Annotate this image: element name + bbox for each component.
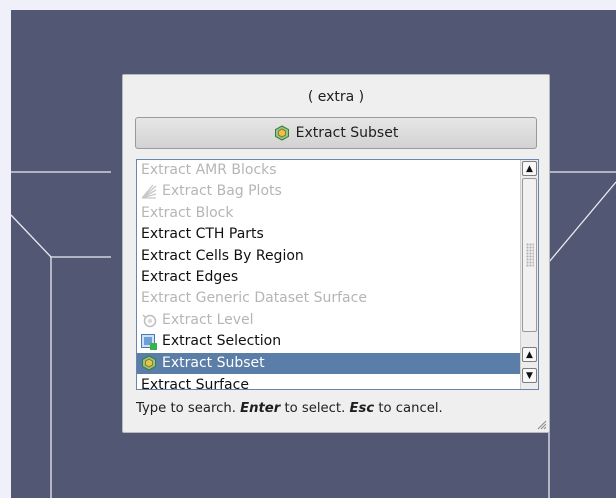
list-item[interactable]: Extract Cells By Region xyxy=(137,246,520,267)
scroll-up-button[interactable]: ▲ xyxy=(522,161,537,176)
list-item[interactable]: Extract Generic Dataset Surface xyxy=(137,288,520,309)
grip-dots-icon xyxy=(526,243,534,267)
bag-plot-icon xyxy=(141,184,157,200)
esc-key-label: Esc xyxy=(349,401,375,416)
help-text: Type to search. Enter to select. Esc to … xyxy=(136,401,443,416)
list-item[interactable]: Extract Selection xyxy=(137,331,520,352)
list-item[interactable]: Extract Bag Plots xyxy=(137,181,520,202)
extract-level-icon xyxy=(141,312,157,328)
quick-launch-popup: ( extra ) Extract Subset Extract AMR Blo… xyxy=(122,74,550,433)
list-item[interactable]: Extract CTH Parts xyxy=(137,224,520,245)
list-item[interactable]: Extract Surface xyxy=(137,375,520,389)
extract-subset-button-label: Extract Subset xyxy=(295,125,399,141)
scroll-up-button[interactable]: ▲ xyxy=(522,347,537,362)
category-title: ( extra ) xyxy=(307,89,365,105)
extract-subset-icon xyxy=(141,355,157,371)
list-item[interactable]: Extract AMR Blocks xyxy=(137,160,520,181)
filter-list[interactable]: Extract AMR Blocks Extract Bag Plots Ext… xyxy=(136,159,539,390)
list-item[interactable]: Extract Block xyxy=(137,203,520,224)
list-item[interactable]: Extract Edges xyxy=(137,267,520,288)
resize-grip-icon[interactable] xyxy=(535,418,547,430)
scroll-down-button[interactable]: ▼ xyxy=(522,368,537,383)
extract-selection-icon xyxy=(141,333,157,350)
list-item[interactable]: Extract Level xyxy=(137,310,520,331)
list-scrollbar[interactable]: ▲ ▲ ▼ xyxy=(520,160,538,389)
scrollbar-thumb[interactable] xyxy=(522,178,537,332)
list-item-selected[interactable]: Extract Subset xyxy=(137,352,520,374)
render-view[interactable]: ( extra ) Extract Subset Extract AMR Blo… xyxy=(11,10,616,498)
extract-subset-icon xyxy=(274,125,290,141)
extract-subset-button[interactable]: Extract Subset xyxy=(135,117,537,149)
enter-key-label: Enter xyxy=(240,401,281,416)
